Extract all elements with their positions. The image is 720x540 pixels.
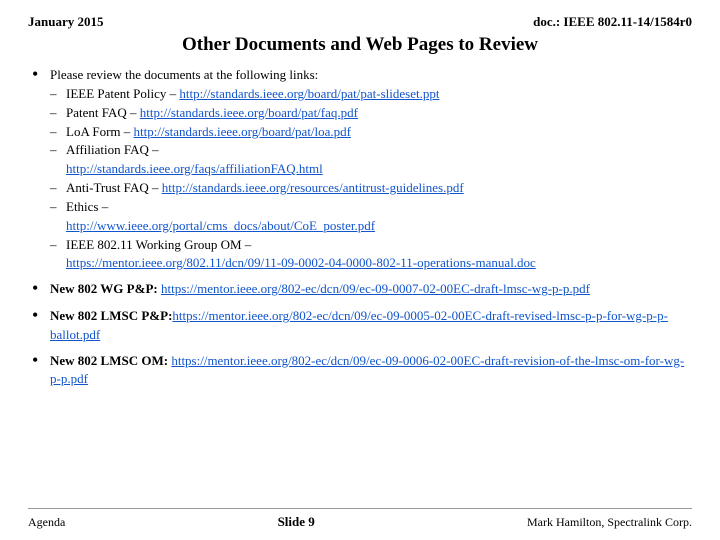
list-item: • New 802 WG P&P: https://mentor.ieee.or… xyxy=(32,280,688,300)
dash-icon: – xyxy=(50,198,66,217)
sub-text: Affiliation FAQ – http://standards.ieee.… xyxy=(66,141,323,179)
header-doc: doc.: IEEE 802.11-14/1584r0 xyxy=(533,14,692,30)
bullet-content: New 802 LMSC OM: https://mentor.ieee.org… xyxy=(50,352,688,390)
antitrust-link[interactable]: http://standards.ieee.org/resources/anti… xyxy=(162,180,464,195)
bullet-prefix: New 802 LMSC P&P:https://mentor.ieee.org… xyxy=(50,308,668,342)
sub-item: – Anti-Trust FAQ – http://standards.ieee… xyxy=(50,179,536,198)
sub-item: – Patent FAQ – http://standards.ieee.org… xyxy=(50,104,536,123)
dash-icon: – xyxy=(50,236,66,255)
footer: Agenda Slide 9 Mark Hamilton, Spectralin… xyxy=(28,508,692,530)
sub-item: – Affiliation FAQ – http://standards.iee… xyxy=(50,141,536,179)
list-item: • Please review the documents at the fol… xyxy=(32,66,688,273)
sub-item: – Ethics – http://www.ieee.org/portal/cm… xyxy=(50,198,536,236)
loa-link[interactable]: http://standards.ieee.org/board/pat/loa.… xyxy=(134,124,351,139)
dash-icon: – xyxy=(50,85,66,104)
bullet-content: New 802 LMSC P&P:https://mentor.ieee.org… xyxy=(50,307,688,345)
bullet-content: New 802 WG P&P: https://mentor.ieee.org/… xyxy=(50,280,590,299)
sub-text: IEEE 802.11 Working Group OM – https://m… xyxy=(66,236,536,274)
sub-text: Patent FAQ – http://standards.ieee.org/b… xyxy=(66,104,358,123)
sub-item: – IEEE 802.11 Working Group OM – https:/… xyxy=(50,236,536,274)
sub-text: LoA Form – http://standards.ieee.org/boa… xyxy=(66,123,351,142)
dash-icon: – xyxy=(50,123,66,142)
bullet-content: Please review the documents at the follo… xyxy=(50,66,536,273)
list-item: • New 802 LMSC OM: https://mentor.ieee.o… xyxy=(32,352,688,390)
content-area: • Please review the documents at the fol… xyxy=(28,66,692,504)
slide-title: Other Documents and Web Pages to Review xyxy=(28,34,692,56)
bullet-icon: • xyxy=(32,278,50,300)
sub-text: Ethics – http://www.ieee.org/portal/cms_… xyxy=(66,198,375,236)
bullet-icon: • xyxy=(32,305,50,327)
wg-pp-link[interactable]: https://mentor.ieee.org/802-ec/dcn/09/ec… xyxy=(161,281,590,296)
footer-center: Slide 9 xyxy=(278,514,315,530)
dash-icon: – xyxy=(50,141,66,160)
footer-right: Mark Hamilton, Spectralink Corp. xyxy=(527,515,692,530)
patent-policy-link[interactable]: http://standards.ieee.org/board/pat/pat-… xyxy=(179,86,439,101)
affiliation-link[interactable]: http://standards.ieee.org/faqs/affiliati… xyxy=(66,161,323,176)
list-item: • New 802 LMSC P&P:https://mentor.ieee.o… xyxy=(32,307,688,345)
header-date: January 2015 xyxy=(28,14,103,30)
sub-text: Anti-Trust FAQ – http://standards.ieee.o… xyxy=(66,179,464,198)
sub-item: – IEEE Patent Policy – http://standards.… xyxy=(50,85,536,104)
dash-icon: – xyxy=(50,179,66,198)
dash-icon: – xyxy=(50,104,66,123)
bullet-prefix: New 802 LMSC OM: https://mentor.ieee.org… xyxy=(50,353,684,387)
bullet-intro: Please review the documents at the follo… xyxy=(50,67,318,82)
sub-item: – LoA Form – http://standards.ieee.org/b… xyxy=(50,123,536,142)
footer-left: Agenda xyxy=(28,515,65,530)
wg-om-link[interactable]: https://mentor.ieee.org/802.11/dcn/09/11… xyxy=(66,255,536,270)
header: January 2015 doc.: IEEE 802.11-14/1584r0 xyxy=(28,14,692,30)
bullet-list: • Please review the documents at the fol… xyxy=(32,66,688,389)
slide: January 2015 doc.: IEEE 802.11-14/1584r0… xyxy=(0,0,720,540)
bullet-icon: • xyxy=(32,350,50,372)
bullet-icon: • xyxy=(32,64,50,86)
sub-text: IEEE Patent Policy – http://standards.ie… xyxy=(66,85,439,104)
patent-faq-link[interactable]: http://standards.ieee.org/board/pat/faq.… xyxy=(140,105,358,120)
bullet-prefix: New 802 WG P&P: https://mentor.ieee.org/… xyxy=(50,281,590,296)
ethics-link[interactable]: http://www.ieee.org/portal/cms_docs/abou… xyxy=(66,218,375,233)
